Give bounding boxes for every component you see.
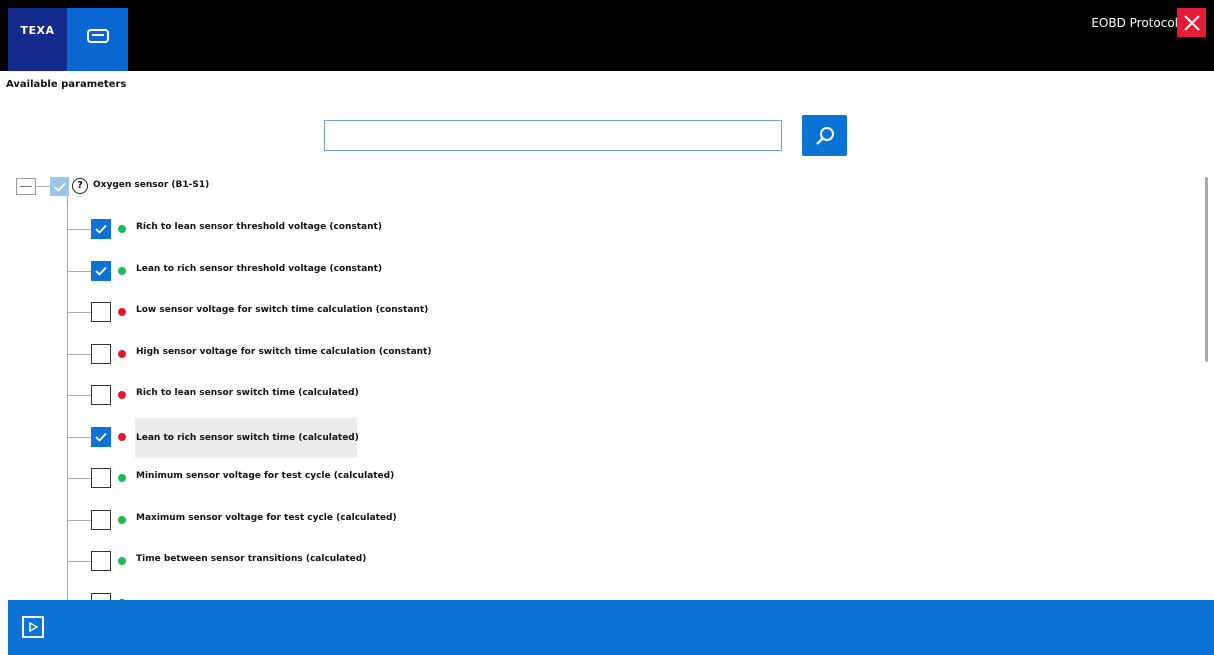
bottom-bar xyxy=(8,600,1214,655)
tree-item-label: Maximum sensor voltage for test cycle (c… xyxy=(136,512,397,523)
tree-connector xyxy=(67,436,91,438)
status-dot-icon xyxy=(118,515,126,524)
tree-item[interactable]: Maximum sensor voltage for test cycle (c… xyxy=(67,500,397,540)
item-checkbox[interactable] xyxy=(91,551,111,571)
top-bar: TEXA EOBD Protocol xyxy=(0,0,1214,71)
item-checkbox[interactable] xyxy=(91,592,111,600)
search-input[interactable] xyxy=(324,120,782,151)
tree-item-label: Lean to rich sensor switch time (calcula… xyxy=(135,417,359,458)
status-dot-icon xyxy=(118,349,126,358)
tree-item[interactable]: Lean to rich sensor switch time (calcula… xyxy=(67,417,367,458)
tree-connector xyxy=(67,229,91,230)
tree-item-label: Low sensor voltage for switch time calcu… xyxy=(136,305,429,315)
tree-item-label: High sensor voltage for switch time calc… xyxy=(136,346,432,357)
tree-item[interactable]: High sensor voltage for switch time calc… xyxy=(67,334,431,374)
item-checkbox[interactable] xyxy=(91,426,111,447)
tree-connector xyxy=(36,186,50,187)
status-dot-icon xyxy=(118,308,126,316)
tree-root-label: Oxygen sensor (B1-S1) xyxy=(93,180,210,190)
texa-logo: TEXA xyxy=(8,8,68,71)
status-dot-icon xyxy=(118,432,126,441)
collapse-button[interactable] xyxy=(16,178,36,195)
section-title: Available parameters xyxy=(6,79,127,90)
tree-item[interactable] xyxy=(67,583,367,600)
tree-item[interactable]: Low sensor voltage for switch time calcu… xyxy=(67,292,428,332)
tree-item-label: Lean to rich sensor threshold voltage (c… xyxy=(136,263,383,274)
tree-item[interactable]: Rich to lean sensor threshold voltage (c… xyxy=(67,209,382,249)
close-icon xyxy=(1183,14,1200,31)
tree-item-label: Rich to lean sensor threshold voltage (c… xyxy=(136,222,382,232)
tree-item[interactable]: Time between sensor transitions (calcula… xyxy=(67,541,367,581)
item-checkbox[interactable] xyxy=(91,302,111,322)
question-icon[interactable]: ? xyxy=(72,178,88,194)
tree-item[interactable]: Minimum sensor voltage for test cycle (c… xyxy=(67,458,394,498)
close-button[interactable] xyxy=(1177,8,1206,37)
item-checkbox[interactable] xyxy=(91,260,111,281)
tree-connector xyxy=(67,353,91,355)
check-icon xyxy=(95,224,107,234)
parameter-tree: ? Oxygen sensor (B1-S1) Rich to lean sen… xyxy=(0,165,1204,600)
status-dot-icon xyxy=(118,391,126,399)
tree-connector xyxy=(67,312,91,313)
status-dot-icon xyxy=(118,557,126,565)
check-icon xyxy=(95,432,107,442)
brand-area: TEXA xyxy=(8,8,128,71)
tree-connector xyxy=(67,395,91,396)
play-icon xyxy=(29,622,38,632)
root-checkbox[interactable] xyxy=(50,177,69,196)
item-checkbox[interactable] xyxy=(91,219,111,239)
status-dot-icon xyxy=(118,225,126,233)
search-icon xyxy=(815,126,834,145)
item-checkbox[interactable] xyxy=(91,385,111,405)
scrollbar[interactable] xyxy=(1205,177,1208,362)
search-button[interactable] xyxy=(802,115,847,156)
item-checkbox[interactable] xyxy=(91,468,111,488)
vci-device-icon xyxy=(86,29,109,43)
item-checkbox[interactable] xyxy=(91,509,111,530)
tree-connector xyxy=(67,561,91,562)
tree-connector xyxy=(67,478,91,479)
tree-connector xyxy=(67,519,91,521)
tree-item-label: Minimum sensor voltage for test cycle (c… xyxy=(136,471,395,481)
tree-item[interactable]: Rich to lean sensor switch time (calcula… xyxy=(67,375,367,415)
play-button[interactable] xyxy=(22,616,44,638)
tree-item-label: Rich to lean sensor switch time (calcula… xyxy=(136,388,359,398)
device-tab[interactable] xyxy=(67,8,128,71)
tree-item-label: Time between sensor transitions (calcula… xyxy=(136,554,367,564)
status-dot-icon xyxy=(118,266,126,275)
status-dot-icon xyxy=(118,474,126,482)
tree-item[interactable]: Lean to rich sensor threshold voltage (c… xyxy=(67,251,382,291)
check-icon xyxy=(95,266,107,276)
protocol-label: EOBD Protocol xyxy=(1091,16,1178,30)
item-checkbox[interactable] xyxy=(91,343,111,364)
check-icon xyxy=(53,182,66,192)
tree-connector xyxy=(67,270,91,272)
